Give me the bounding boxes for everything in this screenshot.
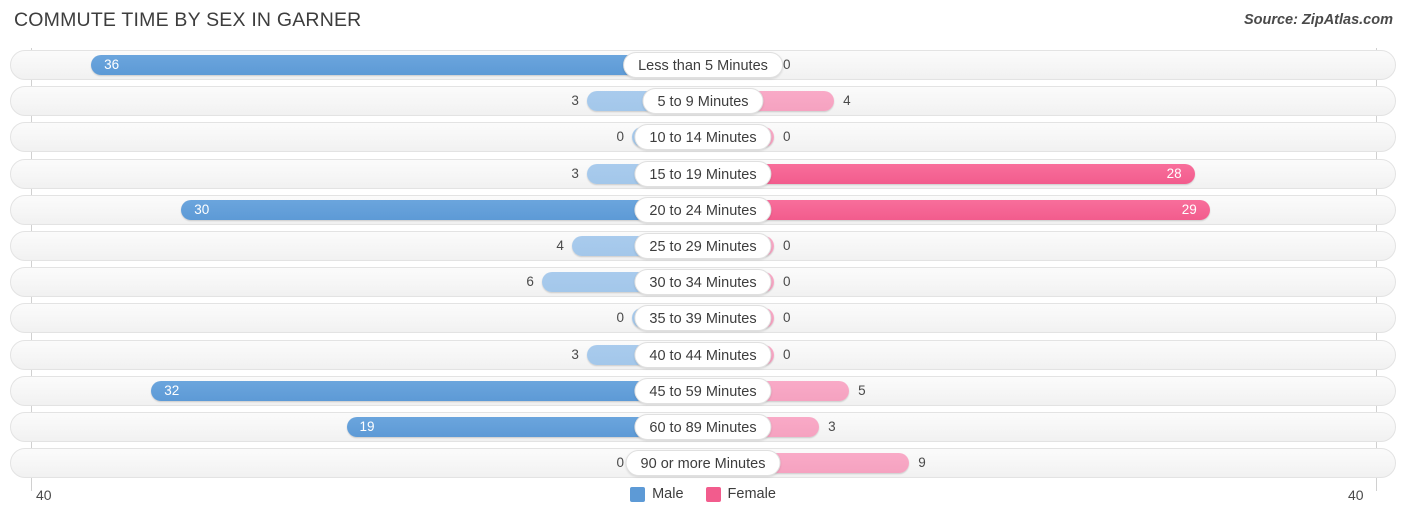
chart-header: COMMUTE TIME BY SEX IN GARNER Source: Zi… [0,0,1406,42]
bar-value-male: 30 [194,201,210,217]
category-label: 10 to 14 Minutes [634,124,772,151]
chart-row: 36 0 Less than 5 Minutes [10,50,1396,80]
chart-row: 19 3 60 to 89 Minutes [10,412,1396,442]
bar-value-female: 0 [783,346,791,362]
source-attribution: Source: ZipAtlas.com [1243,12,1393,28]
chart-row: 0 9 90 or more Minutes [10,448,1396,479]
bar-female [703,163,1195,184]
bar-value-male: 0 [616,455,624,471]
bar-female [703,199,1210,220]
legend-item-male[interactable]: Male [630,486,684,502]
bar-male [151,380,703,401]
chart-row: 30 29 20 to 24 Minutes [10,194,1396,225]
bar-male [91,55,703,75]
bar-value-male: 4 [556,238,564,253]
category-label: 20 to 24 Minutes [634,196,772,223]
bar-value-female: 0 [783,274,791,290]
chart-plot-area: 36 0 Less than 5 Minutes 3 4 5 to 9 Minutes 0 0… [0,42,1406,491]
category-label: 25 to 29 Minutes [634,233,772,259]
category-label: 5 to 9 Minutes [642,88,764,115]
chart-row: 0 0 10 to 14 Minutes [10,122,1396,153]
bar-value-male: 0 [616,310,624,326]
category-label: 90 or more Minutes [625,450,781,477]
chart-footer: 40 40 Male Female [0,482,1406,523]
bar-value-female: 28 [1166,165,1182,181]
chart-row: 0 0 35 to 39 Minutes [10,303,1396,334]
bar-value-female: 9 [918,455,926,471]
legend-label: Female [727,486,776,502]
legend-swatch-icon [705,486,721,502]
chart-row: 3 4 5 to 9 Minutes [10,86,1396,117]
bar-value-male: 36 [104,57,120,72]
bar-value-male: 0 [616,129,624,145]
bar-value-male: 32 [164,382,180,398]
category-label: 40 to 44 Minutes [634,341,772,368]
category-label: 60 to 89 Minutes [634,414,772,440]
category-label: 45 to 59 Minutes [634,377,772,404]
chart-row: 3 0 40 to 44 Minutes [10,339,1396,370]
legend-label: Male [652,486,684,502]
chart-row: 4 0 25 to 29 Minutes [10,231,1396,261]
bar-value-female: 3 [828,419,836,434]
page-title: COMMUTE TIME BY SEX IN GARNER [14,9,362,31]
chart-legend: Male Female [0,486,1406,502]
bar-value-female: 0 [783,57,791,72]
bar-value-female: 4 [843,93,851,109]
bar-value-male: 3 [571,165,579,181]
bar-value-male: 19 [359,419,375,434]
chart-row: 32 5 45 to 59 Minutes [10,375,1396,406]
bar-value-female: 29 [1181,201,1197,217]
bar-value-male: 3 [571,93,579,109]
category-label: 35 to 39 Minutes [634,305,772,332]
bar-value-female: 0 [783,238,791,253]
bar-value-female: 0 [783,310,791,326]
category-label: 30 to 34 Minutes [634,269,772,296]
legend-swatch-icon [630,486,646,502]
bar-value-female: 0 [783,129,791,145]
bar-value-male: 3 [571,346,579,362]
category-label: 15 to 19 Minutes [634,160,772,187]
chart-row: 3 28 15 to 19 Minutes [10,158,1396,189]
legend-item-female[interactable]: Female [705,486,776,502]
category-label: Less than 5 Minutes [623,52,783,78]
bar-value-male: 6 [526,274,534,290]
bar-male [181,199,703,220]
chart-row: 6 0 30 to 34 Minutes [10,267,1396,298]
bar-value-female: 5 [858,382,866,398]
